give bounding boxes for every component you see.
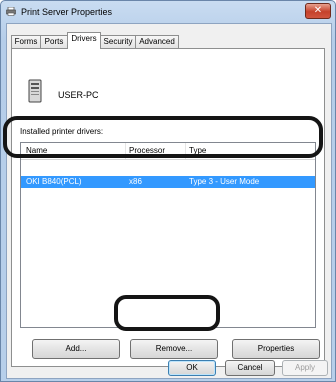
driver-type: Type 3 - User Mode (189, 177, 260, 186)
column-header-name[interactable]: Name (26, 146, 47, 155)
print-server-properties-window: Print Server Properties ✕ Forms Ports Dr… (0, 0, 336, 382)
apply-button[interactable]: Apply (282, 360, 328, 376)
tab-drivers[interactable]: Drivers (67, 32, 101, 49)
driver-processor: x86 (129, 177, 142, 186)
list-item-selected[interactable]: OKI B840(PCL) x86 Type 3 - User Mode (21, 176, 315, 188)
printer-icon (6, 7, 16, 16)
ok-button[interactable]: OK (168, 360, 216, 376)
tab-forms[interactable]: Forms (11, 35, 41, 48)
drivers-list[interactable]: Name Processor Type OKI B840(PCL) x86 Ty… (20, 142, 316, 328)
computer-tower-icon (28, 79, 42, 103)
window-title: Print Server Properties (21, 7, 113, 17)
drivers-tab-panel: USER-PC Installed printer drivers: Name … (11, 48, 325, 367)
tab-advanced[interactable]: Advanced (135, 35, 179, 48)
tab-ports[interactable]: Ports (40, 35, 68, 48)
add-button[interactable]: Add... (32, 339, 120, 359)
list-item[interactable] (21, 162, 315, 174)
cancel-button[interactable]: Cancel (225, 360, 275, 376)
list-item[interactable] (21, 190, 315, 202)
tab-security[interactable]: Security (100, 35, 136, 48)
dialog-client-area: Forms Ports Drivers Security Advanced US… (6, 23, 332, 379)
installed-drivers-label: Installed printer drivers: (20, 127, 104, 136)
list-header: Name Processor Type (21, 143, 315, 160)
remove-button[interactable]: Remove... (130, 339, 218, 359)
column-header-processor[interactable]: Processor (129, 146, 165, 155)
properties-button[interactable]: Properties (232, 339, 320, 359)
server-name: USER-PC (58, 90, 99, 100)
driver-name: OKI B840(PCL) (26, 177, 82, 186)
title-bar[interactable]: Print Server Properties ✕ (1, 1, 335, 23)
close-button[interactable]: ✕ (305, 3, 331, 19)
column-header-type[interactable]: Type (189, 146, 206, 155)
